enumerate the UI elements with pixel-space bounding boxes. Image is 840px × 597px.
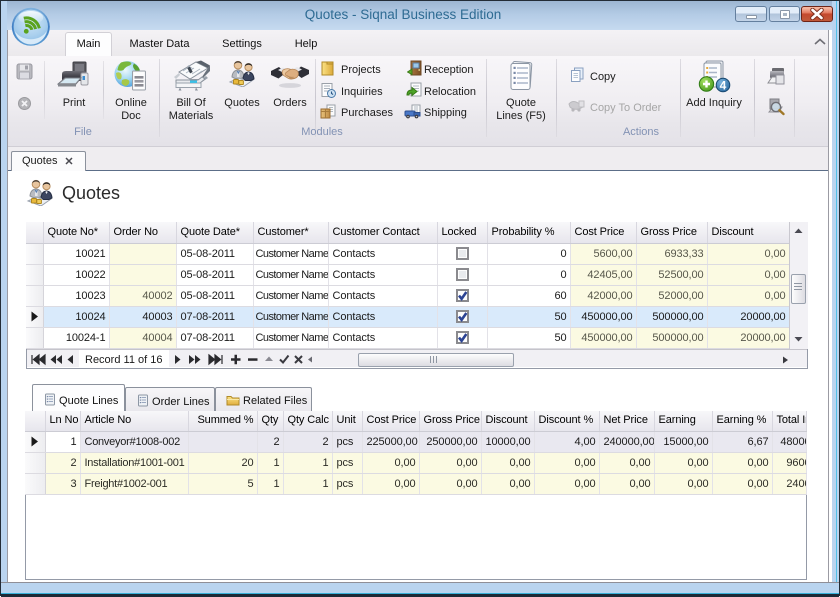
svg-text:4: 4 <box>720 79 727 93</box>
